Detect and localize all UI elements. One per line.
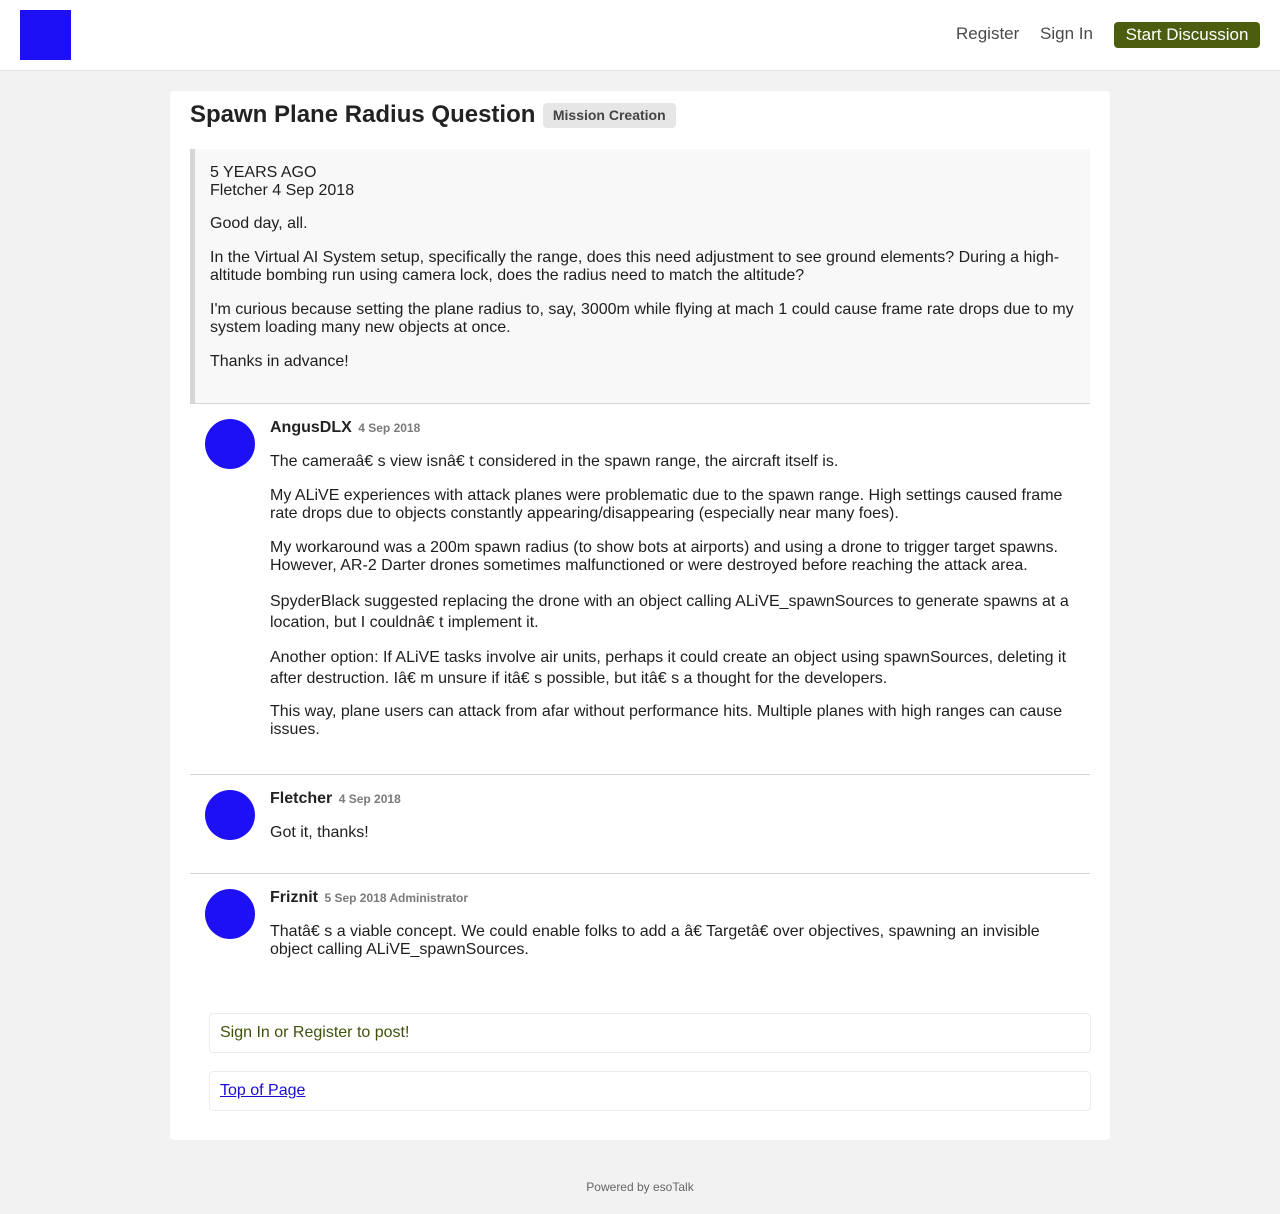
- reply-paragraph: This way, plane users can attack from af…: [270, 703, 1063, 738]
- avatar[interactable]: [205, 419, 255, 469]
- start-discussion-button[interactable]: Start Discussion: [1114, 22, 1260, 48]
- site-logo[interactable]: [20, 10, 71, 60]
- reply-header: Fletcher 4 Sep 2018: [270, 790, 1080, 808]
- reply-body: Fletcher 4 Sep 2018 Got it, thanks!: [270, 790, 1080, 858]
- top-of-page-box: Top of Page: [209, 1071, 1091, 1111]
- reply-paragraph: Thatâ€ s a viable concept. We could enab…: [270, 923, 1040, 958]
- original-post: 5 YEARS AGO Fletcher 4 Sep 2018 Good day…: [190, 149, 1090, 403]
- channel-tag[interactable]: Mission Creation: [542, 102, 676, 128]
- author-name[interactable]: Friznit: [270, 889, 318, 906]
- reply-post: AngusDLX 4 Sep 2018 The cameraâ€ s view …: [190, 403, 1090, 774]
- top-bar: Register Sign In Start Discussion: [0, 0, 1280, 71]
- reply-post: Friznit 5 Sep 2018 Administrator Thatâ€ …: [190, 873, 1090, 983]
- original-post-author-date: Fletcher 4 Sep 2018: [210, 182, 355, 199]
- reply-post: Fletcher 4 Sep 2018 Got it, thanks!: [190, 774, 1090, 873]
- reply-paragraph: The cameraâ€ s view isnâ€ t considered i…: [270, 453, 839, 470]
- post-date: 4 Sep 2018: [338, 792, 401, 806]
- post-age: 5 YEARS AGO: [210, 164, 317, 181]
- reply-paragraph: SpyderBlack suggested replacing the dron…: [270, 593, 1069, 631]
- original-post-paragraph: I'm curious because setting the plane ra…: [210, 301, 1074, 336]
- reply-header: Friznit 5 Sep 2018 Administrator: [270, 889, 1080, 907]
- discussion-title: Spawn Plane Radius Question: [190, 101, 536, 128]
- reply-paragraph: Another option: If ALiVE tasks involve a…: [270, 649, 1067, 687]
- reply-paragraph: My ALiVE experiences with attack planes …: [270, 487, 1063, 522]
- post-date: 5 Sep 2018 Administrator: [324, 891, 469, 905]
- powered-by-text[interactable]: Powered by esoTalk: [586, 1180, 693, 1194]
- post-date: 4 Sep 2018: [358, 421, 421, 435]
- original-post-meta: 5 YEARS AGO Fletcher 4 Sep 2018: [210, 164, 1075, 200]
- reply-paragraph: Got it, thanks!: [270, 824, 369, 841]
- reply-header: AngusDLX 4 Sep 2018: [270, 419, 1080, 437]
- author-name[interactable]: Fletcher: [270, 790, 332, 807]
- reply-body: AngusDLX 4 Sep 2018 The cameraâ€ s view …: [270, 419, 1080, 755]
- register-link[interactable]: Register: [956, 24, 1019, 44]
- title-row: Spawn Plane Radius Question Mission Crea…: [190, 101, 676, 131]
- discussion-card: Spawn Plane Radius Question Mission Crea…: [170, 91, 1110, 1140]
- avatar[interactable]: [205, 790, 255, 840]
- avatar[interactable]: [205, 889, 255, 939]
- original-post-paragraph: Good day, all.: [210, 215, 308, 232]
- original-post-paragraph: Thanks in advance!: [210, 353, 349, 370]
- original-post-paragraph: In the Virtual AI System setup, specific…: [210, 249, 1060, 284]
- top-of-page-link[interactable]: Top of Page: [220, 1082, 305, 1099]
- author-name[interactable]: AngusDLX: [270, 419, 352, 436]
- reply-body: Friznit 5 Sep 2018 Administrator Thatâ€ …: [270, 889, 1080, 975]
- reply-paragraph: My workaround was a 200m spawn radius (t…: [270, 539, 1058, 574]
- sign-in-link[interactable]: Sign In: [1040, 24, 1093, 44]
- footer: Powered by esoTalk: [0, 1180, 1280, 1194]
- sign-in-register-notice[interactable]: Sign In or Register to post!: [209, 1013, 1091, 1053]
